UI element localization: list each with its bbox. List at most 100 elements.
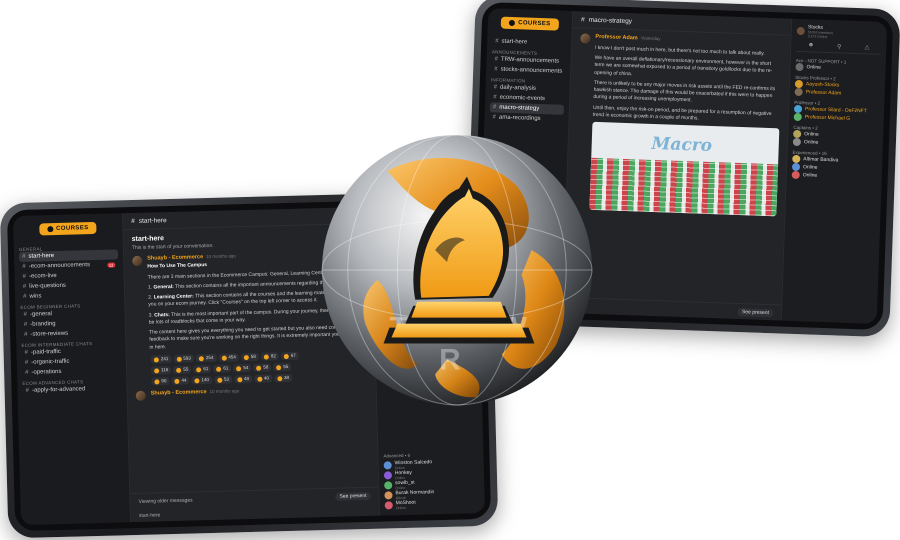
logo-letter-r: R xyxy=(439,343,461,376)
sidebar-channel-label: stocks-announcements xyxy=(500,66,563,75)
message-author[interactable]: Shuayb - Ecommerce xyxy=(147,255,203,262)
hash-icon: # xyxy=(492,114,497,121)
reaction-chip[interactable]: 48 xyxy=(233,374,253,384)
emoji-icon xyxy=(196,366,202,372)
member-name: Online xyxy=(803,139,819,146)
avatar xyxy=(791,170,800,180)
sidebar-channel-label: macro-strategy xyxy=(499,104,540,112)
message-author[interactable]: Shuayb - Ecommerce xyxy=(151,389,207,396)
reaction-chip[interactable]: 254 xyxy=(195,353,217,363)
reaction-chip[interactable]: 44 xyxy=(171,376,190,386)
emoji-icon xyxy=(176,356,182,362)
channel-list: # start-here ANNOUNCEMENTS # TRW-announcemen… xyxy=(489,36,566,125)
hash-icon: # xyxy=(22,273,27,280)
users-icon[interactable]: ☻ xyxy=(808,42,815,49)
sidebar-channel-label: live-questions xyxy=(29,282,66,290)
reaction-count: 593 xyxy=(183,355,191,361)
reaction-chip[interactable]: 593 xyxy=(173,354,194,364)
reaction-count: 67 xyxy=(290,352,296,358)
hash-icon: # xyxy=(24,349,29,356)
reaction-chip[interactable]: 67 xyxy=(280,351,300,361)
avatar xyxy=(384,501,393,510)
avatar xyxy=(793,112,802,122)
hash-icon: # xyxy=(131,217,135,225)
member-text: Winston Salcedo Online xyxy=(395,459,433,470)
avatar[interactable] xyxy=(580,33,591,44)
message-list: Professor Adam Yesterday I know I don't p… xyxy=(563,28,790,304)
reaction-chip[interactable]: 82 xyxy=(260,352,280,362)
reaction-chip[interactable]: 116 xyxy=(151,365,172,375)
unread-badge: 12 xyxy=(106,261,116,268)
channel-list: GENERAL # start-here # -ecom-announcements 12… xyxy=(19,241,122,396)
see-present-button[interactable]: See present xyxy=(335,491,371,501)
search-icon[interactable]: ⚲ xyxy=(837,43,842,50)
reaction-chip[interactable]: 38 xyxy=(273,373,293,383)
reaction-chip[interactable]: 55 xyxy=(273,362,292,372)
item-heading: Learning Center: xyxy=(153,293,194,301)
emoji-icon xyxy=(216,366,222,372)
sidebar-channel-label: -general xyxy=(29,311,53,318)
courses-button[interactable]: COURSES xyxy=(38,221,97,236)
reaction-chip[interactable]: 454 xyxy=(218,353,239,363)
member[interactable]: Professor Adam xyxy=(794,87,880,99)
sidebar-channel-label: ama-recordings xyxy=(498,114,541,123)
courses-button[interactable]: COURSES xyxy=(500,16,559,31)
emoji-icon xyxy=(263,354,269,360)
reaction-chip[interactable]: 241 xyxy=(150,354,172,364)
member[interactable]: Online xyxy=(791,170,877,182)
sidebar-channel[interactable]: # wins xyxy=(20,289,119,302)
sidebar-channel-label: -ecom-live xyxy=(28,273,57,280)
avatar xyxy=(794,79,804,89)
avatar xyxy=(795,62,804,72)
hash-icon: # xyxy=(22,253,26,260)
reaction-chip[interactable]: 58 xyxy=(253,363,272,373)
reaction-count: 40 xyxy=(263,375,270,381)
sidebar-channel-label: -operations xyxy=(31,368,62,376)
reaction-chip[interactable]: 40 xyxy=(253,374,273,384)
reaction-chip[interactable]: 53 xyxy=(213,375,233,385)
member[interactable]: Online xyxy=(792,137,878,149)
reaction-chip[interactable]: 61 xyxy=(213,364,232,374)
sidebar-channel[interactable]: # stocks-announcements xyxy=(491,64,565,77)
reaction-count: 38 xyxy=(283,374,290,380)
reaction-chip[interactable]: 58 xyxy=(240,352,259,362)
item-number: 3. xyxy=(148,312,153,319)
item-heading: General: xyxy=(153,283,174,291)
sidebar-channel[interactable]: # start-here xyxy=(492,36,566,49)
graduation-cap-icon xyxy=(509,19,516,27)
sidebar-channel[interactable]: # ama-recordings xyxy=(489,112,563,125)
reaction-count: 241 xyxy=(160,355,169,362)
reaction-chip[interactable]: 54 xyxy=(233,363,252,373)
member[interactable]: MoShoot Online xyxy=(384,498,480,510)
member[interactable]: Professor Michael G xyxy=(793,112,879,124)
reaction-chip[interactable]: 55 xyxy=(173,365,192,375)
message-author[interactable]: Professor Adam xyxy=(595,34,637,41)
sidebar-channel[interactable]: # -operations xyxy=(22,365,121,378)
channel-title: start-here xyxy=(138,216,167,225)
hash-icon: # xyxy=(23,311,28,318)
emoji-icon xyxy=(276,364,282,370)
avatar xyxy=(383,471,393,480)
reaction-chip[interactable]: 140 xyxy=(191,375,213,385)
see-present-button[interactable]: See present xyxy=(737,307,774,317)
sidebar-channel-label: -apply-for-advanced xyxy=(31,386,86,394)
member-group: Winston Salcedo Online Honkey Online sowlb_s… xyxy=(383,458,480,510)
emoji-icon xyxy=(216,377,223,383)
avatar[interactable] xyxy=(135,390,146,401)
sidebar-channel-label: -store-reviews xyxy=(30,330,69,338)
sidebar-channel-label: start-here xyxy=(501,38,528,46)
reaction-chip[interactable]: 90 xyxy=(151,376,170,386)
sidebar-channel[interactable]: # -store-reviews xyxy=(21,327,120,340)
hash-icon: # xyxy=(23,293,27,300)
bell-icon[interactable]: ⚠ xyxy=(864,44,870,51)
sidebar-channel-label: TRW-announcements xyxy=(500,56,560,65)
avatar[interactable] xyxy=(132,256,143,267)
attached-chart-image[interactable]: Macro xyxy=(589,122,780,217)
emoji-icon xyxy=(236,365,242,371)
reaction-chip[interactable]: 61 xyxy=(193,364,212,374)
sidebar-channel-label: economic-events xyxy=(499,94,546,103)
member-name: Online xyxy=(802,172,818,179)
hash-icon: # xyxy=(24,331,28,338)
reaction-count: 82 xyxy=(270,353,276,359)
member[interactable]: Online xyxy=(795,62,880,74)
